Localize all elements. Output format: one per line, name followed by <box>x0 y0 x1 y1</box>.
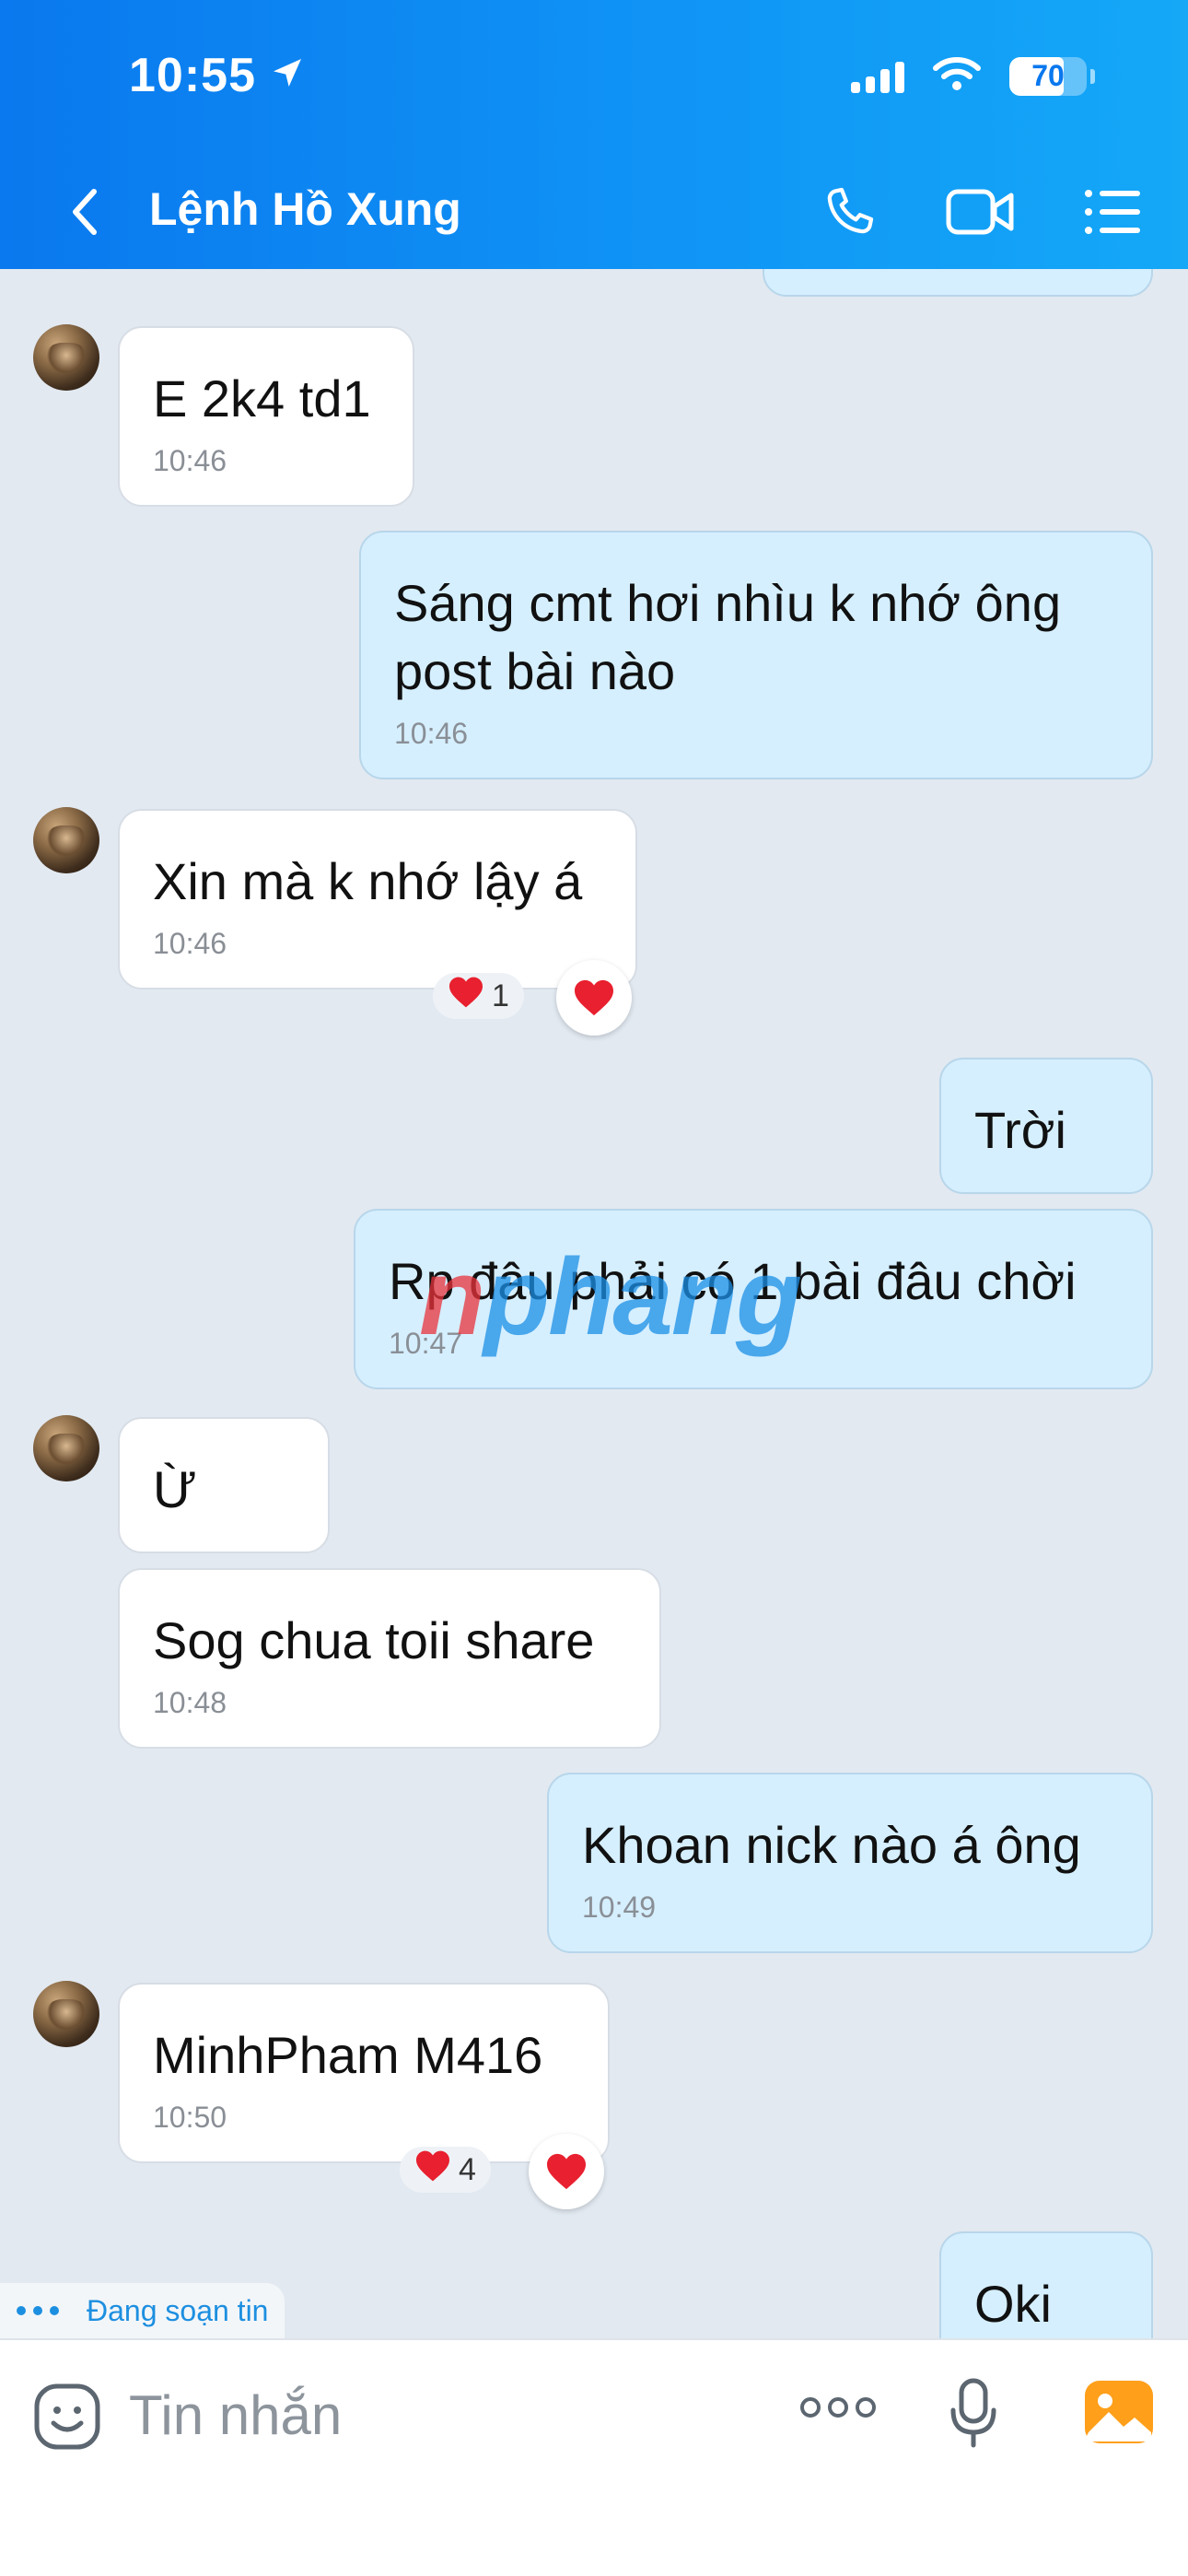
message-time: 10:48 <box>153 1686 227 1719</box>
sticker-button[interactable] <box>31 2381 105 2459</box>
message-text: Xin mà k nhớ lậy á <box>153 852 583 910</box>
battery-icon: 70 <box>1009 56 1095 96</box>
message-bubble-outgoing[interactable]: Khoan nick nào á ông 10:49 <box>547 1773 1153 1953</box>
message-time: 10:46 <box>153 444 227 477</box>
reaction-summary[interactable]: 1 <box>433 973 524 1019</box>
message-input[interactable] <box>129 2373 645 2456</box>
microphone-icon <box>950 2378 996 2448</box>
video-camera-icon <box>946 189 1014 235</box>
status-indicators: 70 <box>851 55 1095 97</box>
contact-avatar[interactable] <box>33 1981 99 2047</box>
back-button[interactable] <box>59 186 111 238</box>
more-dots-icon <box>800 2397 876 2418</box>
typing-indicator: Đang soạn tin <box>0 2283 285 2338</box>
more-options-button[interactable] <box>799 2394 877 2426</box>
react-heart-button[interactable] <box>556 960 632 1036</box>
message-bubble-outgoing[interactable]: Trời <box>939 1058 1153 1194</box>
message-text: MinhPham M416 <box>153 2026 543 2084</box>
typing-indicator-text: Đang soạn tin <box>87 2293 269 2327</box>
heart-icon <box>547 2153 586 2190</box>
message-bubble-incoming[interactable]: E 2k4 td1 10:46 <box>118 326 414 507</box>
message-bubble-outgoing-partial <box>763 269 1153 297</box>
message-time: 10:46 <box>394 717 469 750</box>
message-time: 10:46 <box>153 927 227 960</box>
message-text: Oki <box>974 2275 1052 2333</box>
phone-icon <box>827 187 874 234</box>
video-call-button[interactable] <box>945 184 1017 240</box>
wifi-icon <box>932 55 982 97</box>
list-icon <box>1085 190 1140 234</box>
status-time: 10:55 <box>129 48 306 103</box>
message-bubble-outgoing[interactable]: Rp đâu phải có 1 bài đâu chời 10:47 <box>354 1209 1153 1389</box>
phone-call-button[interactable] <box>820 182 879 241</box>
message-composer <box>0 2338 1188 2576</box>
reaction-summary[interactable]: 4 <box>400 2147 491 2193</box>
message-text: Sog chua toii share <box>153 1611 595 1669</box>
message-text: Khoan nick nào á ông <box>582 1816 1081 1874</box>
message-time: 10:47 <box>389 1327 463 1360</box>
contact-avatar[interactable] <box>33 1415 99 1481</box>
reaction-count: 4 <box>459 2151 476 2187</box>
emoji-sticker-icon <box>34 2383 100 2450</box>
message-text: Rp đâu phải có 1 bài đâu chời <box>389 1252 1077 1310</box>
chat-title[interactable]: Lệnh Hồ Xung <box>149 182 461 236</box>
contact-avatar[interactable] <box>33 324 99 391</box>
message-time: 10:50 <box>153 2101 227 2134</box>
voice-message-button[interactable] <box>949 2377 998 2455</box>
message-text: E 2k4 td1 <box>153 369 371 427</box>
reaction-count: 1 <box>492 978 509 1013</box>
photo-picker-button[interactable] <box>1083 2379 1155 2450</box>
message-text: Ừ <box>153 1460 197 1518</box>
message-bubble-outgoing[interactable]: Sáng cmt hơi nhìu k nhớ ông post bài nào… <box>359 531 1153 779</box>
location-arrow-icon <box>269 48 306 103</box>
heart-icon <box>575 979 613 1016</box>
typing-dots-icon <box>17 2306 59 2315</box>
message-bubble-incoming[interactable]: Ừ <box>118 1417 330 1553</box>
message-bubble-incoming[interactable]: Sog chua toii share 10:48 <box>118 1568 661 1749</box>
message-bubble-outgoing[interactable]: Oki <box>939 2231 1153 2338</box>
cellular-signal-icon <box>851 60 904 93</box>
message-text: Trời <box>974 1101 1066 1159</box>
heart-icon <box>448 976 484 1017</box>
chat-header: 10:55 70 Lệnh Hồ Xung <box>0 0 1188 269</box>
message-text: Sáng cmt hơi nhìu k nhớ ông post bài nào <box>394 574 1062 700</box>
menu-list-button[interactable] <box>1083 186 1142 238</box>
message-time: 10:49 <box>582 1891 657 1924</box>
image-gallery-icon <box>1085 2381 1153 2443</box>
contact-avatar[interactable] <box>33 807 99 873</box>
heart-icon <box>414 2149 451 2191</box>
react-heart-button[interactable] <box>529 2134 604 2209</box>
status-time-text: 10:55 <box>129 49 256 102</box>
message-list[interactable]: E 2k4 td1 10:46 Sáng cmt hơi nhìu k nhớ … <box>0 269 1188 2338</box>
message-bubble-incoming[interactable]: MinhPham M416 10:50 <box>118 1983 610 2163</box>
battery-percent: 70 <box>1031 59 1065 92</box>
message-bubble-incoming[interactable]: Xin mà k nhớ lậy á 10:46 <box>118 809 637 989</box>
